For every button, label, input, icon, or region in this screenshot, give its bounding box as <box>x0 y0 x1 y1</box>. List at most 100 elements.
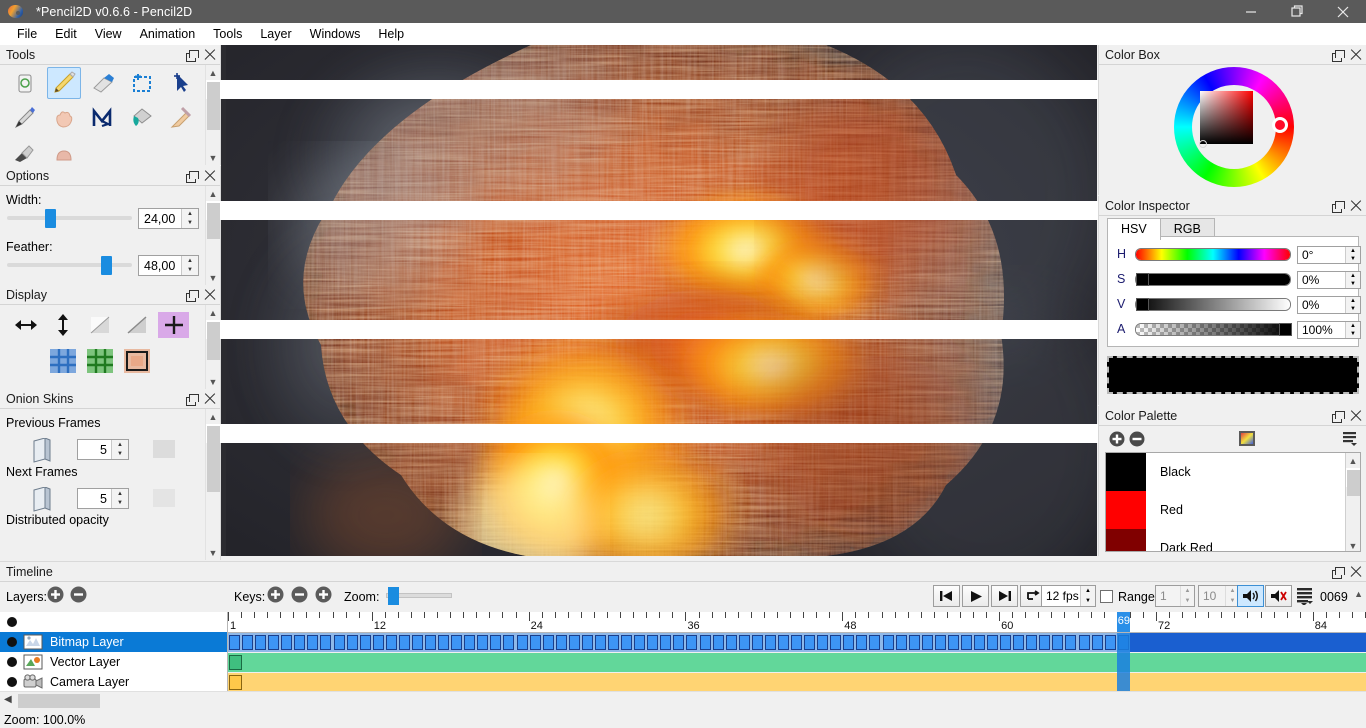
bitmap-keyframe[interactable] <box>477 635 489 650</box>
bitmap-keyframe[interactable] <box>712 635 724 650</box>
color-wheel[interactable] <box>1174 67 1294 187</box>
bitmap-keyframe[interactable] <box>647 635 659 650</box>
clear-tool[interactable] <box>8 67 42 99</box>
hscroll-left-arrow-icon[interactable]: ◀ <box>4 694 12 705</box>
mirror-diagonal-button[interactable] <box>121 312 152 338</box>
maximize-button[interactable] <box>1274 0 1320 23</box>
alpha-spinbox[interactable]: 100% ▲ ▼ <box>1297 321 1361 339</box>
palette-scroll-up-icon[interactable]: ▲ <box>1346 453 1360 468</box>
options-float-icon[interactable] <box>186 170 199 183</box>
bitmap-keyframe[interactable] <box>777 635 789 650</box>
timeline-collapse-icon[interactable]: ▲ <box>1354 589 1363 599</box>
onion-scroll-down-icon[interactable]: ▼ <box>206 545 220 560</box>
bitmap-keyframe[interactable] <box>516 635 528 650</box>
palette-float-icon[interactable] <box>1332 410 1345 423</box>
hand-tool[interactable] <box>47 102 81 134</box>
range-end-spinbox[interactable]: 10 ▲ ▼ <box>1198 585 1240 607</box>
menu-view[interactable]: View <box>86 24 131 44</box>
bitmap-keyframe[interactable] <box>555 635 567 650</box>
width-slider-handle[interactable] <box>45 209 56 228</box>
sound-on-button[interactable] <box>1237 585 1264 607</box>
bitmap-keyframe[interactable] <box>856 635 868 650</box>
bitmap-keyframe[interactable] <box>464 635 476 650</box>
drawing-canvas[interactable] <box>221 45 1097 556</box>
onion-float-icon[interactable] <box>186 393 199 406</box>
feather-spinbox[interactable]: 48,00 ▲ ▼ <box>138 255 199 276</box>
bitmap-keyframe[interactable] <box>411 635 423 650</box>
hscroll-thumb[interactable] <box>18 694 100 708</box>
smudge-tool[interactable] <box>47 137 81 169</box>
menu-tools[interactable]: Tools <box>204 24 251 44</box>
add-layer-button[interactable] <box>47 586 64 603</box>
bitmap-keyframe[interactable] <box>869 635 881 650</box>
tools-scrollbar[interactable]: ▲ ▼ <box>205 65 1344 165</box>
tools-scroll-up-icon[interactable]: ▲ <box>206 65 220 80</box>
timeline-hscrollbar[interactable]: ◀ <box>0 691 1366 709</box>
alpha-handle[interactable] <box>1279 323 1292 336</box>
bitmap-keyframe[interactable] <box>568 635 580 650</box>
bitmap-keyframe[interactable] <box>1065 635 1077 650</box>
tools-close-icon[interactable] <box>204 49 216 61</box>
bitmap-keyframe[interactable] <box>817 635 829 650</box>
options-close-icon[interactable] <box>204 170 216 182</box>
timeline-ruler[interactable]: 1 12 24 36 48 60 72 84 69 <box>228 612 1366 633</box>
range-checkbox[interactable] <box>1100 590 1113 603</box>
bitmap-keyframe[interactable] <box>451 635 463 650</box>
bitmap-keyframe[interactable] <box>608 635 620 650</box>
bitmap-keyframe[interactable] <box>921 635 933 650</box>
bitmap-keyframe[interactable] <box>359 635 371 650</box>
palette-menu-icon[interactable] <box>1343 431 1357 449</box>
value-slider[interactable] <box>1135 298 1291 311</box>
play-forward-button[interactable] <box>991 585 1018 607</box>
track-vector[interactable] <box>228 653 1366 672</box>
duplicate-key-button[interactable] <box>315 586 332 603</box>
bitmap-keyframe[interactable] <box>1104 635 1116 650</box>
bitmap-keyframe[interactable] <box>490 635 502 650</box>
onion-close-icon[interactable] <box>204 393 216 405</box>
tab-hsv[interactable]: HSV <box>1107 218 1161 240</box>
saturation-handle[interactable] <box>1136 273 1149 286</box>
next-frames-color-button[interactable] <box>153 489 175 507</box>
menu-file[interactable]: File <box>8 24 46 44</box>
bucket-tool[interactable] <box>125 102 159 134</box>
bitmap-keyframe[interactable] <box>542 635 554 650</box>
play-backwards-button[interactable] <box>933 585 960 607</box>
safe-area-button[interactable] <box>121 348 152 374</box>
track-bitmap[interactable] <box>228 633 1366 652</box>
bitmap-keyframe[interactable] <box>987 635 999 650</box>
hue-selector-handle[interactable] <box>1272 117 1288 133</box>
bitmap-keyframe[interactable] <box>529 635 541 650</box>
layer-row-bitmap[interactable]: Bitmap Layer <box>0 632 227 652</box>
width-spinbox[interactable]: 24,00 ▲ ▼ <box>138 208 199 229</box>
options-scroll-down-icon[interactable]: ▼ <box>206 270 220 285</box>
palette-close-icon[interactable] <box>1350 410 1362 422</box>
select-tool[interactable] <box>125 67 159 99</box>
hue-slider[interactable] <box>1135 248 1291 261</box>
onion-scrollbar[interactable]: ▲ ▼ <box>205 409 1344 560</box>
bitmap-keyframe[interactable] <box>699 635 711 650</box>
bitmap-keyframe[interactable] <box>1078 635 1090 650</box>
display-scroll-up-icon[interactable]: ▲ <box>206 305 220 320</box>
inspector-float-icon[interactable] <box>1332 200 1345 213</box>
feather-slider-track[interactable] <box>7 263 132 267</box>
bitmap-keyframe[interactable] <box>634 635 646 650</box>
play-button[interactable] <box>962 585 989 607</box>
tools-scroll-down-icon[interactable]: ▼ <box>206 150 220 165</box>
palette-color-list[interactable]: Black Red Dark Red ▲ ▼ <box>1105 452 1361 552</box>
menu-animation[interactable]: Animation <box>131 24 205 44</box>
visibility-dot[interactable] <box>7 657 17 667</box>
sv-selector-handle[interactable] <box>1199 140 1207 148</box>
bitmap-keyframe[interactable] <box>882 635 894 650</box>
bitmap-keyframe[interactable] <box>281 635 293 650</box>
bitmap-keyframe[interactable] <box>581 635 593 650</box>
bitmap-keyframe[interactable] <box>385 635 397 650</box>
layer-row-vector[interactable]: Vector Layer <box>0 652 227 672</box>
sound-off-button[interactable] <box>1265 585 1292 607</box>
bitmap-keyframe[interactable] <box>895 635 907 650</box>
saturation-slider[interactable] <box>1135 273 1291 286</box>
move-tool[interactable] <box>164 67 198 99</box>
bitmap-keyframe[interactable] <box>830 635 842 650</box>
bitmap-keyframe[interactable] <box>1000 635 1012 650</box>
onion-scroll-up-icon[interactable]: ▲ <box>206 409 220 424</box>
palette-scroll-down-icon[interactable]: ▼ <box>1346 538 1360 551</box>
